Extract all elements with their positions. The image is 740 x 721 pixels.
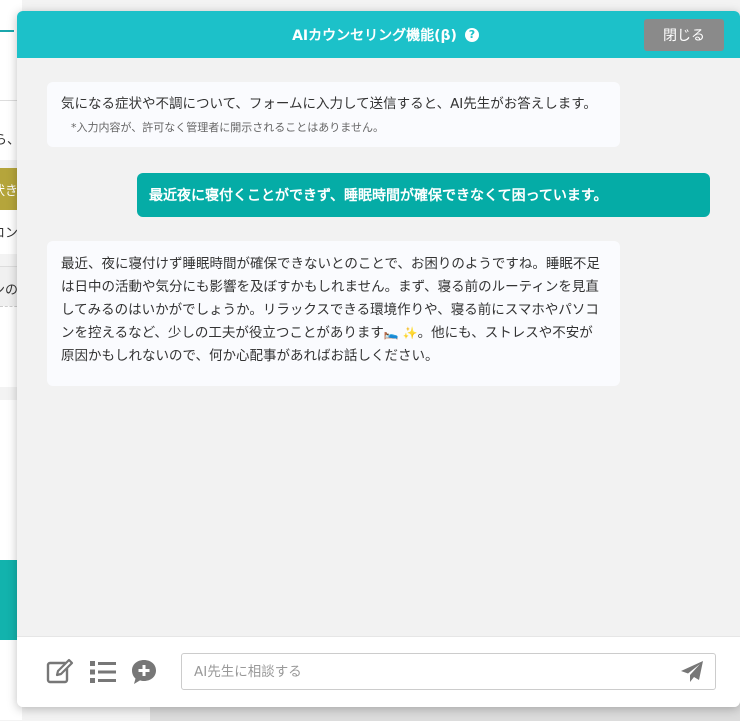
intro-text: 気になる症状や不調について、フォームに入力して送信すると、AI先生がお答えします…	[61, 96, 597, 112]
intro-note: *入力内容が、許可なく管理者に開示されることはありません。	[71, 121, 384, 134]
dialog-header: AIカウンセリング機能(β) ? 閉じる	[17, 11, 740, 58]
dialog-title-wrap: AIカウンセリング機能(β) ?	[17, 11, 740, 58]
close-button[interactable]: 閉じる	[644, 19, 724, 51]
ai-counseling-dialog: AIカウンセリング機能(β) ? 閉じる 気になる症状や不調について、フォームに…	[17, 11, 740, 707]
send-icon[interactable]	[679, 659, 705, 685]
chat-input-wrapper	[181, 653, 716, 690]
ai-message-reply: 最近、夜に寝付けず睡眠時間が確保できないとのことで、お困りのようですね。睡眠不足…	[47, 241, 620, 386]
user-message: 最近夜に寝付くことができず、睡眠時間が確保できなくて困っています。	[137, 173, 710, 217]
chat-input[interactable]	[182, 654, 686, 689]
edit-icon[interactable]	[45, 657, 75, 687]
chat-area[interactable]: 気になる症状や不調について、フォームに入力して送信すると、AI先生がお答えします…	[17, 58, 740, 636]
input-bar	[17, 636, 740, 707]
list-icon[interactable]	[88, 657, 118, 687]
chat-plus-icon[interactable]	[129, 657, 159, 687]
bed-sparkles-emoji: 🛌 ✨	[383, 326, 418, 340]
question-circle-icon[interactable]: ?	[464, 27, 479, 42]
ai-message-intro: 気になる症状や不調について、フォームに入力して送信すると、AI先生がお答えします…	[47, 82, 620, 147]
dialog-title: AIカウンセリング機能(β)	[292, 27, 457, 44]
user-message-text: 最近夜に寝付くことができず、睡眠時間が確保できなくて困っています。	[149, 188, 608, 204]
